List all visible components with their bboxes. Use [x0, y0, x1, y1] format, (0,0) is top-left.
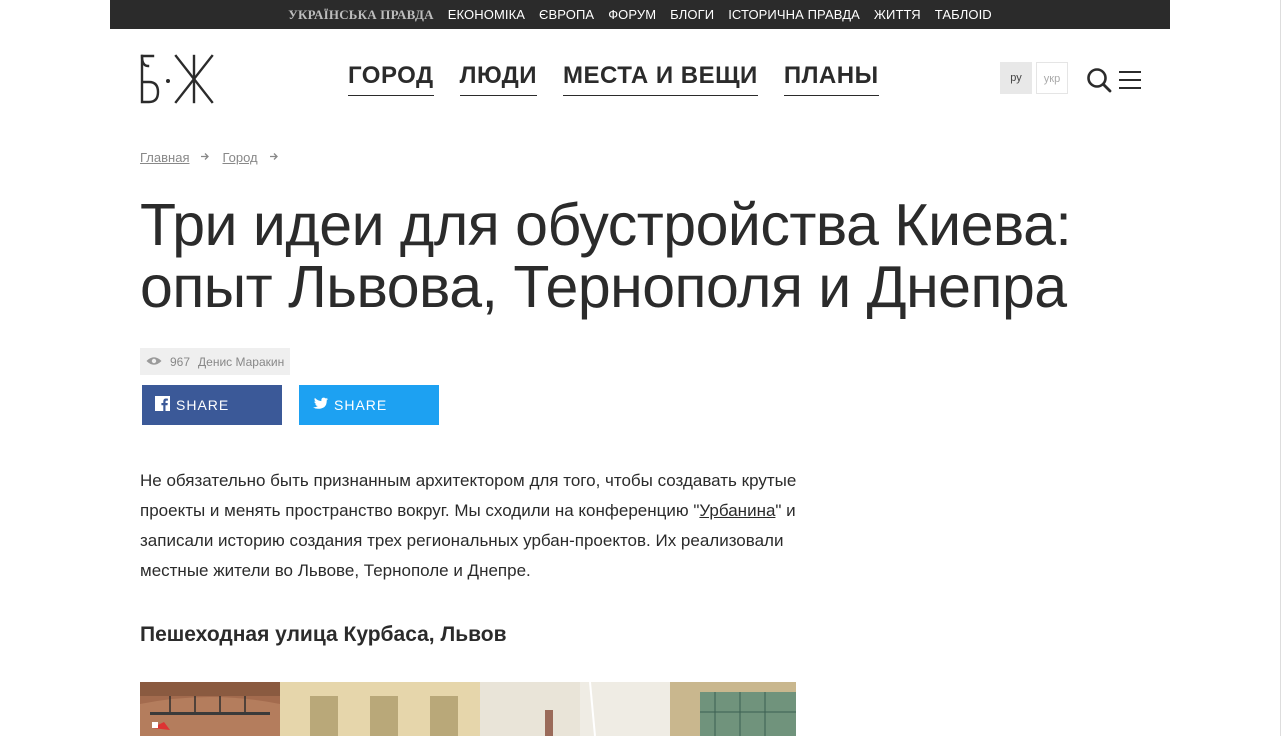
article-title: Три идеи для обустройства Киева: опыт Ль… [140, 192, 1072, 320]
hamburger-icon[interactable] [1119, 68, 1141, 92]
lang-ukr-button[interactable]: укр [1036, 62, 1068, 94]
network-link-istorychna-pravda[interactable]: ІСТОРИЧНА ПРАВДА [728, 7, 860, 22]
twitter-icon [312, 397, 328, 414]
network-link-tabloid[interactable]: ТАБЛОID [935, 7, 992, 22]
network-link-blogi[interactable]: БЛОГИ [670, 7, 714, 22]
nav-item-gorod[interactable]: ГОРОД [348, 60, 434, 96]
network-link-evropa[interactable]: ЄВРОПА [539, 7, 594, 22]
facebook-share-label: SHARE [176, 397, 230, 413]
lead-text-start: Не обязательно быть признанным архитекто… [140, 471, 797, 520]
network-brand-link[interactable]: УКРАЇНСЬКА ПРАВДА [288, 7, 434, 23]
twitter-share-label: SHARE [334, 397, 388, 413]
article-lead: Не обязательно быть признанным архитекто… [140, 466, 800, 586]
logo-mark [140, 54, 214, 104]
section-heading: Пешеходная улица Курбаса, Львов [140, 623, 507, 646]
language-switcher: ру укр [1000, 62, 1068, 94]
arrow-right-icon [269, 152, 279, 164]
site-logo[interactable] [140, 54, 216, 104]
nav-item-mesta-i-veshchi[interactable]: МЕСТА И ВЕЩИ [562, 60, 758, 96]
facebook-share-button[interactable]: SHARE [142, 385, 282, 425]
twitter-share-button[interactable]: SHARE [299, 385, 439, 425]
arrow-right-icon [201, 152, 210, 164]
eye-icon [146, 355, 162, 369]
author-link[interactable]: Денис Маракин [198, 355, 284, 369]
nav-item-plany[interactable]: ПЛАНЫ [783, 60, 879, 96]
search-icon[interactable] [1086, 67, 1112, 93]
network-link-forum[interactable]: ФОРУМ [608, 7, 656, 22]
breadcrumb-home-link[interactable]: Главная [140, 150, 189, 165]
breadcrumb: Главная Город [140, 150, 291, 165]
breadcrumb-city-link[interactable]: Город [222, 150, 257, 165]
facebook-icon [155, 396, 170, 414]
urbanina-link[interactable]: Урбанина [699, 501, 775, 520]
main-nav: ГОРОД ЛЮДИ МЕСТА И ВЕЩИ ПЛАНЫ [348, 60, 879, 96]
top-network-bar: УКРАЇНСЬКА ПРАВДА ЕКОНОМІКА ЄВРОПА ФОРУМ… [110, 0, 1170, 29]
article-photo [140, 682, 796, 736]
nav-item-lyudi[interactable]: ЛЮДИ [459, 60, 537, 96]
view-count: 967 [170, 354, 191, 369]
network-link-zhyttia[interactable]: ЖИТТЯ [874, 7, 921, 22]
network-link-ekonomika[interactable]: ЕКОНОМІКА [448, 7, 525, 22]
article-meta: 967 Денис Маракин [140, 348, 291, 375]
lang-ru-button[interactable]: ру [1000, 62, 1032, 94]
